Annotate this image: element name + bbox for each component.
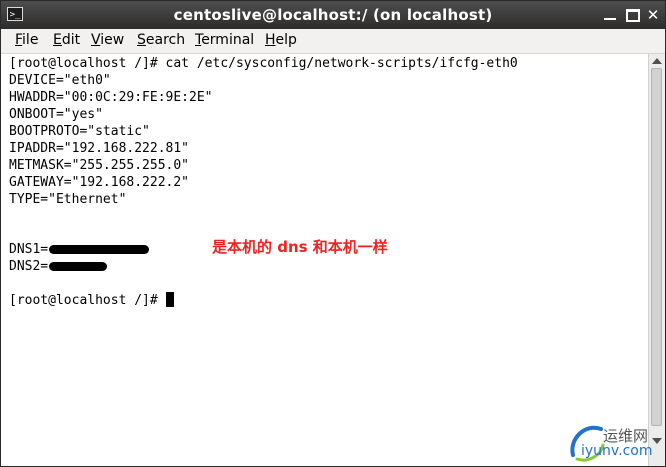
menu-bar: File Edit View Search Terminal Help bbox=[1, 29, 665, 54]
terminal-line-gateway: GATEWAY="192.168.222.2" bbox=[9, 175, 190, 190]
menu-terminal[interactable]: Terminal bbox=[195, 32, 254, 48]
maximize-button[interactable] bbox=[626, 9, 640, 22]
scroll-up-arrow-icon[interactable] bbox=[652, 58, 662, 64]
menu-help[interactable]: Help bbox=[265, 32, 297, 48]
terminal-window: >_ centoslive@localhost:/ (on localhost)… bbox=[0, 0, 666, 467]
terminal-line-prompt: [root@localhost /]# bbox=[9, 292, 174, 309]
terminal-line-bootproto: BOOTPROTO="static" bbox=[9, 124, 150, 139]
menu-view[interactable]: View bbox=[91, 32, 124, 48]
window-title: centoslive@localhost:/ (on localhost) bbox=[173, 6, 493, 24]
redacted-dns1 bbox=[49, 245, 150, 254]
close-button[interactable]: ✕ bbox=[646, 8, 660, 23]
scrollbar-thumb[interactable] bbox=[651, 68, 662, 426]
annotation-note: 是本机的 dns 和本机一样 bbox=[212, 238, 388, 256]
dns1-label: DNS1= bbox=[9, 242, 49, 257]
menu-edit[interactable]: Edit bbox=[53, 32, 80, 48]
terminal-line-netmask: METMASK="255.255.255.0" bbox=[9, 158, 190, 173]
text-cursor bbox=[165, 292, 174, 307]
menu-file[interactable]: File bbox=[15, 32, 38, 48]
terminal-line-command: [root@localhost /]# cat /etc/sysconfig/n… bbox=[9, 56, 518, 71]
terminal-line-dns2: DNS2= bbox=[9, 258, 108, 275]
redacted-dns2 bbox=[49, 262, 108, 271]
terminal-line-type: TYPE="Ethernet" bbox=[9, 192, 127, 207]
dns2-label: DNS2= bbox=[9, 259, 49, 274]
watermark-site: iyunv.com bbox=[581, 443, 653, 459]
minimize-button[interactable] bbox=[603, 9, 617, 22]
terminal-line-dns1: DNS1= bbox=[9, 241, 150, 258]
terminal-output[interactable]: [root@localhost /]# cat /etc/sysconfig/n… bbox=[1, 54, 648, 466]
shell-prompt: [root@localhost /]# bbox=[9, 293, 166, 308]
watermark-logo: 运维网 iyunv.com bbox=[567, 419, 665, 465]
menu-search[interactable]: Search bbox=[137, 32, 185, 48]
terminal-line-hwaddr: HWADDR="00:0C:29:FE:9E:2E" bbox=[9, 90, 213, 105]
terminal-line-ipaddr: IPADDR="192.168.222.81" bbox=[9, 141, 190, 156]
terminal-line-device: DEVICE="eth0" bbox=[9, 73, 111, 88]
title-bar[interactable]: >_ centoslive@localhost:/ (on localhost)… bbox=[1, 1, 665, 29]
vertical-scrollbar[interactable] bbox=[648, 54, 665, 466]
terminal-line-onboot: ONBOOT="yes" bbox=[9, 107, 103, 122]
